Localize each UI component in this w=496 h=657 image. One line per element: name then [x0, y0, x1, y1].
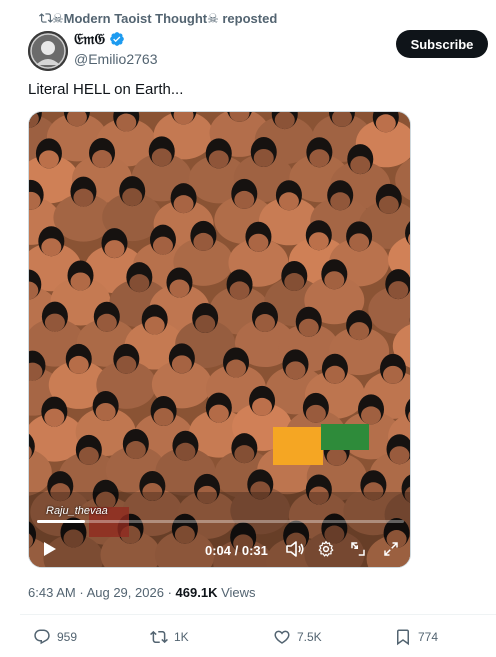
fullscreen-icon[interactable] [380, 538, 402, 560]
reply-count: 959 [57, 630, 78, 644]
video-progress-fill [37, 520, 85, 523]
subscribe-button[interactable]: Subscribe [396, 30, 488, 58]
bookmark-count: 774 [418, 630, 439, 644]
author-name-row[interactable]: 𝔈𝔪𝔊 [74, 30, 157, 48]
author-handle[interactable]: @Emilio2763 [74, 51, 157, 67]
divider [20, 614, 496, 615]
repost-indicator[interactable]: ☠Modern Taoist Thought☠ reposted [39, 11, 278, 27]
retweet-count: 1K [174, 630, 189, 644]
video-watermark: Raju_thevaa [46, 505, 108, 517]
tweet-text: Literal HELL on Earth... [28, 81, 184, 98]
views-label: Views [221, 585, 256, 600]
settings-gear-icon[interactable] [315, 538, 337, 560]
reply-icon [34, 629, 50, 645]
minimize-player-icon[interactable] [347, 538, 369, 560]
like-button[interactable]: 7.5K [273, 628, 322, 646]
heart-icon [274, 630, 290, 644]
avatar[interactable] [28, 31, 68, 71]
bookmark-icon [397, 629, 409, 646]
repost-icon [39, 13, 53, 23]
author-block: 𝔈𝔪𝔊 @Emilio2763 [74, 30, 157, 67]
author-name: 𝔈𝔪𝔊 [74, 30, 106, 48]
bookmark-button[interactable]: 774 [394, 628, 438, 646]
volume-icon[interactable] [284, 538, 306, 560]
tweet-time[interactable]: 6:43 AM [28, 585, 76, 600]
tweet-meta: 6:43 AM · Aug 29, 2026 · 469.1K Views [28, 585, 256, 600]
retweet-icon [150, 630, 168, 644]
repost-text: ☠Modern Taoist Thought☠ reposted [52, 11, 278, 26]
video-player[interactable]: Raju_thevaa 0:04 / 0:31 [28, 111, 411, 568]
video-time: 0:04 / 0:31 [205, 543, 268, 558]
like-count: 7.5K [297, 630, 322, 644]
meta-separator: · [79, 585, 84, 600]
video-progress-bar[interactable] [37, 520, 404, 523]
avatar-image [28, 31, 68, 71]
tweet-date[interactable]: Aug 29, 2026 [87, 585, 164, 600]
reply-button[interactable]: 959 [33, 628, 77, 646]
video-controls: 0:04 / 0:31 [29, 532, 410, 566]
meta-separator: · [167, 585, 172, 600]
views-count: 469.1K [175, 585, 218, 600]
retweet-button[interactable]: 1K [150, 628, 189, 646]
video-frame [29, 112, 410, 567]
verified-badge-icon [110, 32, 124, 46]
play-icon[interactable] [39, 538, 61, 560]
